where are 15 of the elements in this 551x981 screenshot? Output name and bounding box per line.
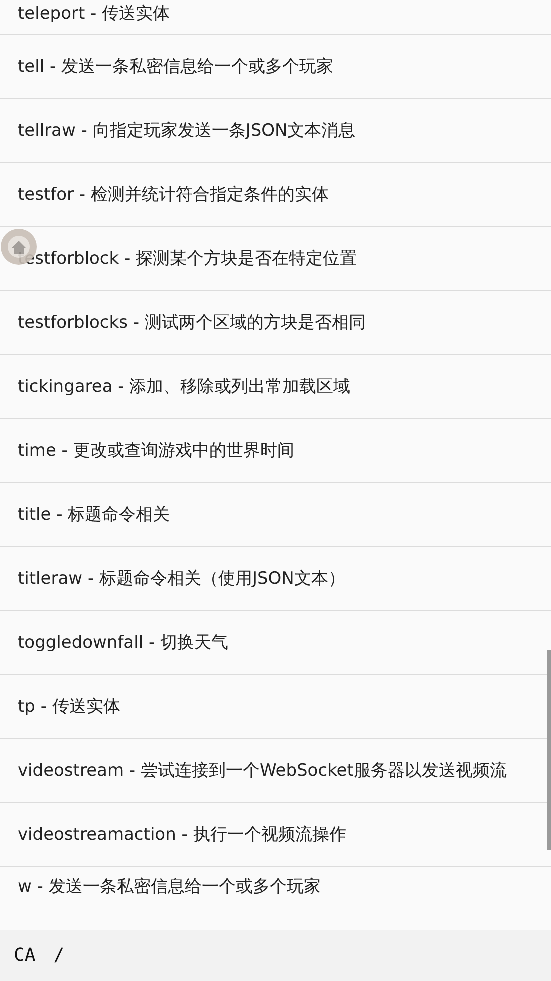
command-item[interactable]: testforblocks - 测试两个区域的方块是否相同 [18, 310, 366, 334]
command-item[interactable]: title - 标题命令相关 [18, 502, 170, 526]
command-item[interactable]: teleport - 传送实体 [18, 2, 170, 26]
command-item[interactable]: toggledownfall - 切换天气 [18, 630, 228, 654]
command-item[interactable]: videostream - 尝试连接到一个WebSocket服务器以发送视频流 [18, 758, 507, 782]
command-item[interactable]: w - 发送一条私密信息给一个或多个玩家 [18, 875, 321, 899]
command-item[interactable]: tickingarea - 添加、移除或列出常加载区域 [18, 374, 351, 398]
command-item[interactable]: tp - 传送实体 [18, 694, 120, 718]
command-item[interactable]: videostreamaction - 执行一个视频流操作 [18, 822, 346, 846]
command-item[interactable]: testfor - 检测并统计符合指定条件的实体 [18, 182, 329, 206]
command-input-field[interactable]: / [52, 944, 352, 967]
command-item[interactable]: tell - 发送一条私密信息给一个或多个玩家 [18, 54, 334, 78]
command-item[interactable]: titleraw - 标题命令相关（使用JSON文本） [18, 566, 346, 590]
command-item[interactable]: tellraw - 向指定玩家发送一条JSON文本消息 [18, 118, 356, 142]
command-item[interactable]: time - 更改或查询游戏中的世界时间 [18, 438, 294, 462]
